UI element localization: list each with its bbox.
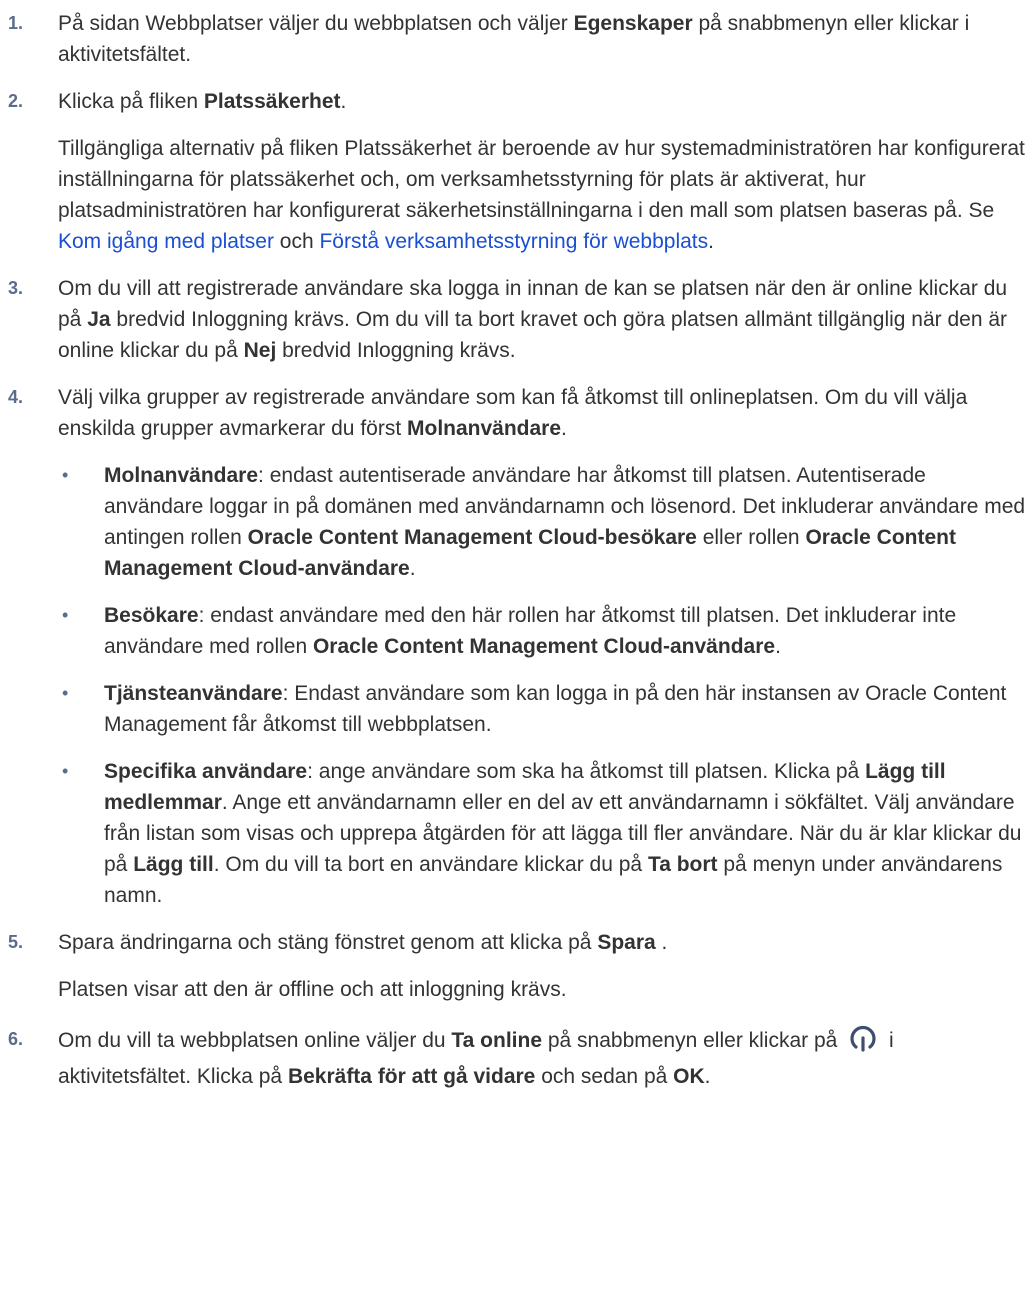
text-run: . [561,417,567,440]
ui-term-platssakerhet: Platssäkerhet [203,90,341,113]
text-run: . [409,557,416,580]
text-run: . [708,230,714,253]
ui-term: Lägg till [133,853,214,876]
text-run: . [340,90,347,113]
ui-term-ja: Ja [87,308,111,331]
procedure-document: 1. På sidan Webbplatser väljer du webbpl… [0,0,1034,1095]
ui-term: Oracle Content Management Cloud-användar… [312,635,776,658]
step-text: Om du vill att registrerade användare sk… [58,273,1026,366]
ui-term: Tjänsteanvändare [104,682,283,705]
step-1: 1. På sidan Webbplatser väljer du webbpl… [0,8,1034,70]
ui-term: Molnanvändare [104,464,259,487]
ui-term: Besökare [104,604,199,627]
text-run: Om du vill ta webbplatsen online väljer … [58,1029,452,1052]
bullet-icon: • [62,761,69,781]
ui-term-molnanvandare: Molnanvändare [407,417,562,440]
text-run: . [775,635,781,658]
list-item: • Besökare: endast användare med den här… [58,600,1026,662]
text-run: . [655,931,668,954]
list-item: • Specifika användare: ange användare so… [58,756,1026,911]
bullet-list: • Molnanvändare: endast autentiserade an… [58,460,1026,911]
text-run: Klicka på fliken [58,90,204,113]
bullet-icon: • [62,605,69,625]
step-number: 2. [8,91,24,111]
step-text: Spara ändringarna och stäng fönstret gen… [58,927,1026,958]
bullet-icon: • [62,683,69,703]
power-icon [847,1021,879,1053]
ui-term: Oracle Content Management Cloud-besökare [247,526,697,549]
text-run: och [273,230,320,253]
text-run: Spara ändringarna och stäng fönstret gen… [58,931,598,954]
link-forsta-verksamhetsstyrning[interactable]: Förstå verksamhetsstyrning för webbplats [319,230,708,253]
text-run: eller rollen [696,526,806,549]
step-text: Klicka på fliken Platssäkerhet. [58,86,1026,117]
link-kom-igang-med-platser[interactable]: Kom igång med platser [58,230,274,253]
ui-term-spara: Spara [597,931,656,954]
step-number: 5. [8,932,24,952]
step-number: 1. [8,13,24,33]
step-number: 6. [8,1029,24,1049]
ui-term-ta-online: Ta online [451,1029,543,1052]
list-item: • Molnanvändare: endast autentiserade an… [58,460,1026,584]
step-5: 5. Spara ändringarna och stäng fönstret … [0,927,1034,1005]
text-run: bredvid Inloggning krävs. [276,339,516,362]
text-run: På sidan Webbplatser väljer du webbplats… [58,12,574,35]
ui-term-nej: Nej [243,339,277,362]
text-run: : ange användare som ska ha åtkomst till… [307,760,866,783]
ui-term: Specifika användare [104,760,308,783]
text-run: . Om du vill ta bort en användare klicka… [213,853,648,876]
step-3: 3. Om du vill att registrerade användare… [0,273,1034,366]
step-note: Platsen visar att den är offline och att… [58,978,567,1001]
ui-term-bekrafta: Bekräfta för att gå vidare [287,1065,536,1088]
text-run: på snabbmenyn eller klickar på [542,1029,844,1052]
step-text: Om du vill ta webbplatsen online väljer … [58,1021,1026,1095]
ui-term-egenskaper: Egenskaper [573,12,693,35]
ui-term-ok: OK [673,1065,705,1088]
step-number: 3. [8,278,24,298]
step-4: 4. Välj vilka grupper av registrerade an… [0,382,1034,911]
step-2: 2. Klicka på fliken Platssäkerhet. Tillg… [0,86,1034,257]
bullet-icon: • [62,465,69,485]
list-item: • Tjänsteanvändare: Endast användare som… [58,678,1026,740]
step-6: 6. Om du vill ta webbplatsen online välj… [0,1021,1034,1095]
step-text: På sidan Webbplatser väljer du webbplats… [58,8,1026,70]
text-run: och sedan på [535,1065,674,1088]
text-run: bredvid Inloggning krävs. Om du vill ta … [58,308,1008,362]
step-number: 4. [8,387,24,407]
step-note: Tillgängliga alternativ på fliken Platss… [58,133,1026,257]
step-text: Välj vilka grupper av registrerade använ… [58,382,1026,444]
text-run: Tillgängliga alternativ på fliken Platss… [58,137,1025,222]
text-run: . [704,1065,711,1088]
ui-term: Ta bort [647,853,718,876]
